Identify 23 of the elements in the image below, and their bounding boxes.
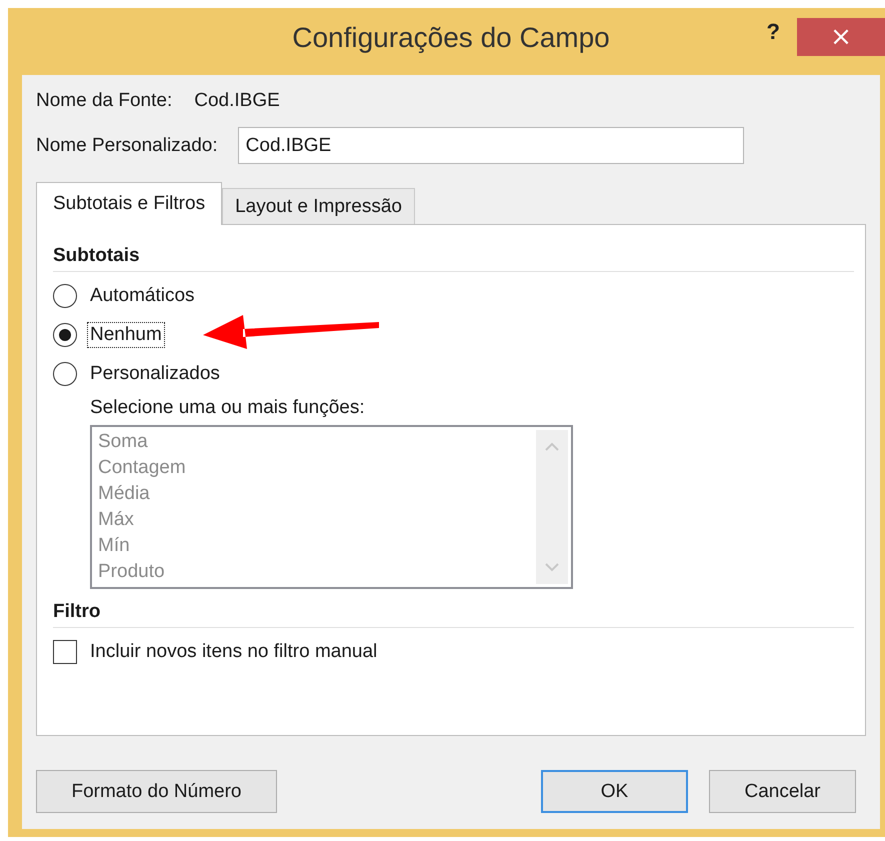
radio-button[interactable] <box>53 284 77 308</box>
dialog-button[interactable]: OK <box>541 770 688 813</box>
source-name-label: Nome da Fonte: <box>36 90 172 112</box>
radio-button[interactable] <box>53 362 77 386</box>
close-button[interactable]: × <box>797 18 885 56</box>
source-name-value: Cod.IBGE <box>194 90 280 112</box>
radio-label[interactable]: Automáticos <box>87 282 198 308</box>
radio-label[interactable]: Personalizados <box>87 360 223 386</box>
help-button[interactable]: ? <box>760 18 786 46</box>
checkbox[interactable] <box>53 640 77 664</box>
section-heading: Subtotais <box>53 245 141 268</box>
dialog-button[interactable]: Cancelar <box>709 770 856 813</box>
functions-label: Selecione uma ou mais funções: <box>90 397 366 419</box>
checkbox-label[interactable]: Incluir novos itens no filtro manual <box>87 638 380 664</box>
window-title: Configurações do Campo <box>292 22 610 54</box>
radio-label[interactable]: Nenhum <box>87 322 165 348</box>
tab[interactable]: Layout e Impressão <box>222 188 415 224</box>
tab[interactable]: Subtotais e Filtros <box>36 182 222 225</box>
dialog-button[interactable]: Formato do Número <box>36 770 277 813</box>
radio-button[interactable] <box>53 322 77 346</box>
section-heading: Filtro <box>53 601 102 624</box>
custom-name-label: Nome Personalizado: <box>36 134 218 156</box>
custom-name-field[interactable]: Cod.IBGE <box>238 127 744 164</box>
